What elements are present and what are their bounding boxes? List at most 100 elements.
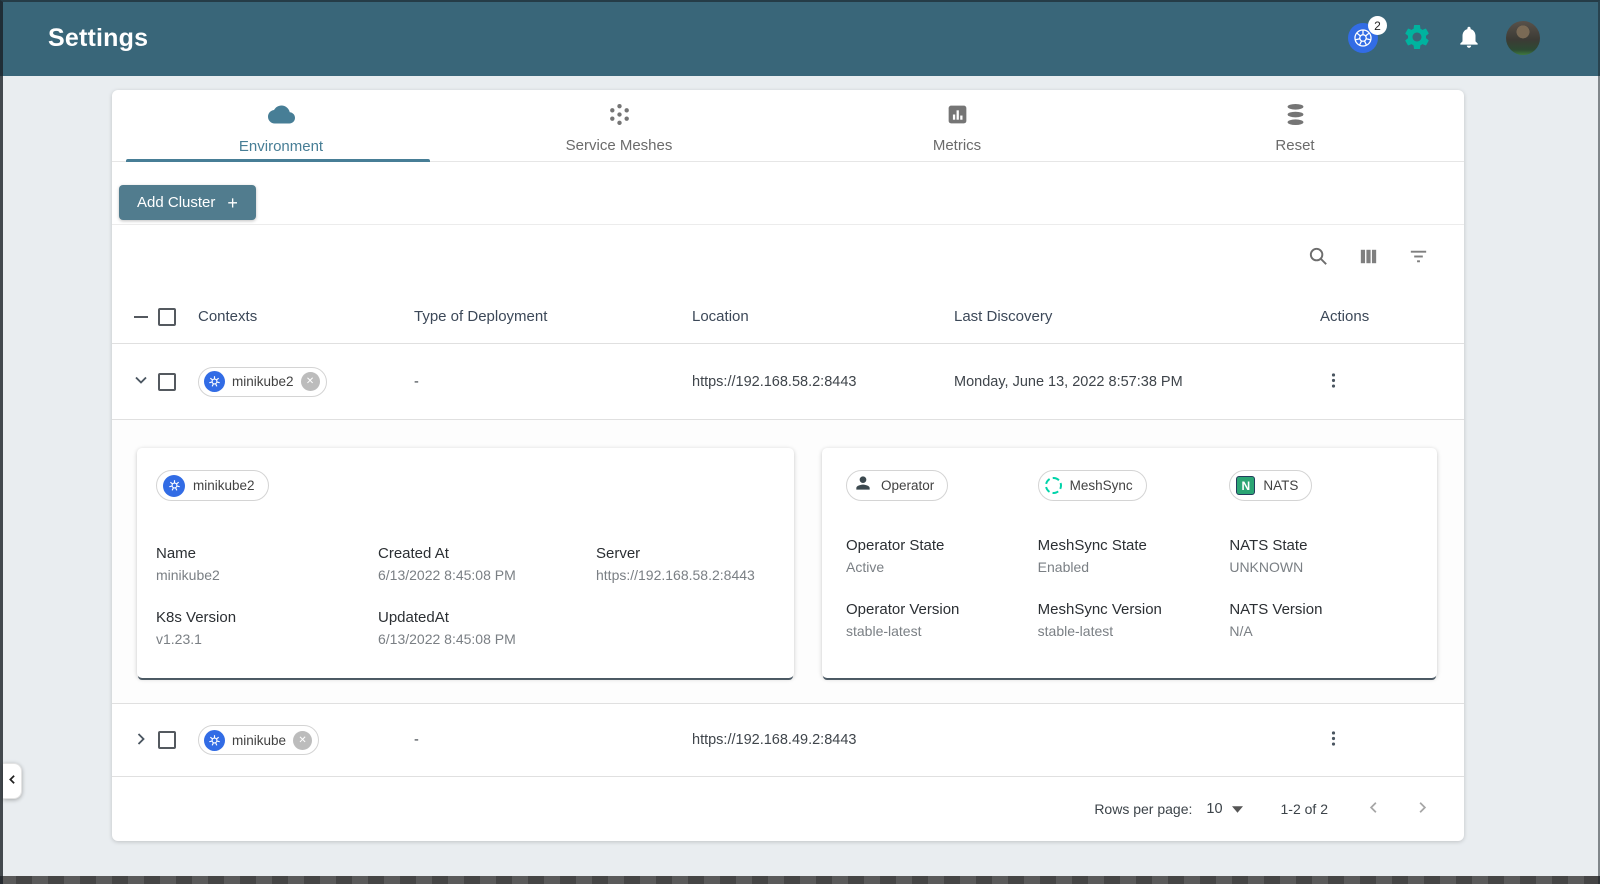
- field-created-at: Created At 6/13/2022 8:45:08 PM: [378, 545, 596, 583]
- tab-environment-label: Environment: [238, 137, 324, 155]
- search-icon: [1307, 245, 1330, 271]
- add-cluster-label: Add Cluster: [137, 194, 216, 211]
- page-title: Settings: [48, 23, 149, 52]
- tab-reset-label: Reset: [1275, 136, 1315, 154]
- cloud-icon: [267, 101, 295, 131]
- rows-per-page-select[interactable]: 10: [1206, 801, 1243, 817]
- bell-icon: [1456, 24, 1482, 53]
- last-discovery-cell: Monday, June 13, 2022 8:57:38 PM: [954, 373, 1183, 390]
- table-row: minikube2 - https://192.168.58.2:8443 Mo…: [112, 344, 1464, 420]
- nats-chip[interactable]: NATS: [1229, 470, 1313, 501]
- view-columns-button[interactable]: [1357, 245, 1380, 271]
- column-header-last-discovery[interactable]: Last Discovery: [954, 308, 1306, 325]
- nats-icon: [1236, 476, 1256, 495]
- context-chip[interactable]: minikube: [198, 725, 320, 755]
- expand-row-button[interactable]: [124, 725, 158, 756]
- field-value: 6/13/2022 8:45:08 PM: [378, 567, 516, 583]
- minus-icon: [134, 315, 148, 318]
- tab-service-meshes-label: Service Meshes: [565, 136, 673, 154]
- add-cluster-button[interactable]: Add Cluster +: [119, 185, 256, 220]
- kubernetes-context-button[interactable]: 2: [1348, 16, 1387, 53]
- field-nats-state: NATS State UNKNOWN: [1229, 537, 1421, 575]
- context-chip[interactable]: minikube2: [198, 366, 327, 397]
- operator-chip-label: Operator: [881, 478, 935, 493]
- row-actions-button[interactable]: [1320, 725, 1347, 755]
- field-nats-version: NATS Version N/A: [1229, 601, 1421, 639]
- nats-chip-label: NATS: [1263, 478, 1299, 493]
- pagination-range: 1-2 of 2: [1280, 801, 1328, 817]
- rows-per-page-label: Rows per page:: [1094, 801, 1193, 817]
- field-value: stable-latest: [846, 623, 922, 639]
- field-label: NATS Version: [1229, 601, 1323, 618]
- notifications-button[interactable]: [1456, 24, 1482, 53]
- mesh-icon: [607, 102, 632, 130]
- tab-environment[interactable]: Environment: [112, 90, 450, 162]
- field-updated-at: UpdatedAt 6/13/2022 8:45:08 PM: [378, 609, 596, 647]
- column-header-contexts[interactable]: Contexts: [198, 308, 414, 325]
- field-label: K8s Version: [156, 609, 237, 626]
- kebab-icon: [1324, 371, 1343, 393]
- tab-service-meshes[interactable]: Service Meshes: [450, 90, 788, 161]
- field-label: Server: [596, 545, 641, 562]
- field-value: v1.23.1: [156, 631, 202, 647]
- field-label: UpdatedAt: [378, 609, 449, 626]
- tab-metrics[interactable]: Metrics: [788, 90, 1126, 161]
- location-cell: https://192.168.58.2:8443: [692, 373, 857, 390]
- filter-button[interactable]: [1407, 245, 1430, 271]
- collapse-all-button[interactable]: [124, 312, 158, 322]
- field-label: Operator Version: [846, 601, 960, 618]
- sidebar-collapse-toggle[interactable]: [3, 763, 22, 799]
- field-value: Active: [846, 559, 885, 575]
- tab-reset[interactable]: Reset: [1126, 90, 1464, 161]
- settings-card: Environment Service Meshes Metrics Reset…: [112, 90, 1464, 841]
- field-value: Enabled: [1037, 559, 1090, 575]
- chevron-right-icon: [131, 729, 151, 752]
- row-checkbox[interactable]: [158, 372, 176, 391]
- kubernetes-icon: [163, 474, 185, 497]
- field-server: Server https://192.168.58.2:8443: [596, 545, 774, 583]
- field-label: Created At: [378, 545, 449, 562]
- row-actions-button[interactable]: [1320, 367, 1347, 397]
- operator-chip[interactable]: Operator: [846, 470, 949, 501]
- next-page-button[interactable]: [1413, 798, 1432, 820]
- field-label: Operator State: [846, 537, 945, 554]
- plus-icon: +: [227, 192, 238, 213]
- meshery-settings-button[interactable]: [1402, 22, 1432, 55]
- delete-context-button[interactable]: [300, 372, 320, 391]
- tab-metrics-label: Metrics: [932, 136, 982, 154]
- field-name: Name minikube2: [156, 545, 378, 583]
- operator-chips-row: Operator MeshSync NATS: [846, 470, 1421, 501]
- header-icons: 2: [1348, 16, 1540, 55]
- view-columns-icon: [1357, 245, 1380, 271]
- delete-context-button[interactable]: [293, 730, 313, 750]
- column-header-location[interactable]: Location: [692, 308, 954, 325]
- field-label: Name: [156, 545, 197, 562]
- previous-page-button[interactable]: [1364, 798, 1383, 820]
- context-chip-label: minikube2: [232, 374, 294, 389]
- select-all-checkbox[interactable]: [158, 307, 176, 326]
- row-checkbox[interactable]: [158, 731, 176, 749]
- table-row: minikube - https://192.168.49.2:8443: [112, 704, 1464, 777]
- field-meshsync-version: MeshSync Version stable-latest: [1038, 601, 1230, 639]
- field-label: MeshSync Version: [1037, 601, 1162, 618]
- field-value: https://192.168.58.2:8443: [596, 567, 755, 583]
- cluster-chip[interactable]: minikube2: [156, 470, 269, 501]
- chevron-left-icon: [6, 773, 19, 789]
- collapse-row-button[interactable]: [124, 366, 158, 397]
- app-header: Settings 2: [0, 0, 1600, 76]
- meshsync-chip[interactable]: MeshSync: [1037, 470, 1147, 501]
- user-avatar[interactable]: [1506, 21, 1540, 55]
- field-value: 6/13/2022 8:45:08 PM: [378, 631, 516, 647]
- chevron-right-icon: [1413, 798, 1432, 820]
- column-header-deployment[interactable]: Type of Deployment: [414, 308, 692, 325]
- meshsync-icon: [1044, 477, 1062, 494]
- table-footer: Rows per page: 10 1-2 of 2: [112, 777, 1464, 841]
- field-value: minikube2: [156, 567, 220, 583]
- field-operator-state: Operator State Active: [846, 537, 1038, 575]
- search-button[interactable]: [1307, 245, 1330, 271]
- gear-icon: [1402, 22, 1432, 55]
- deployment-cell: -: [414, 732, 419, 748]
- chevron-down-icon: [131, 370, 151, 393]
- kebab-icon: [1324, 729, 1343, 751]
- field-label: NATS State: [1229, 537, 1308, 554]
